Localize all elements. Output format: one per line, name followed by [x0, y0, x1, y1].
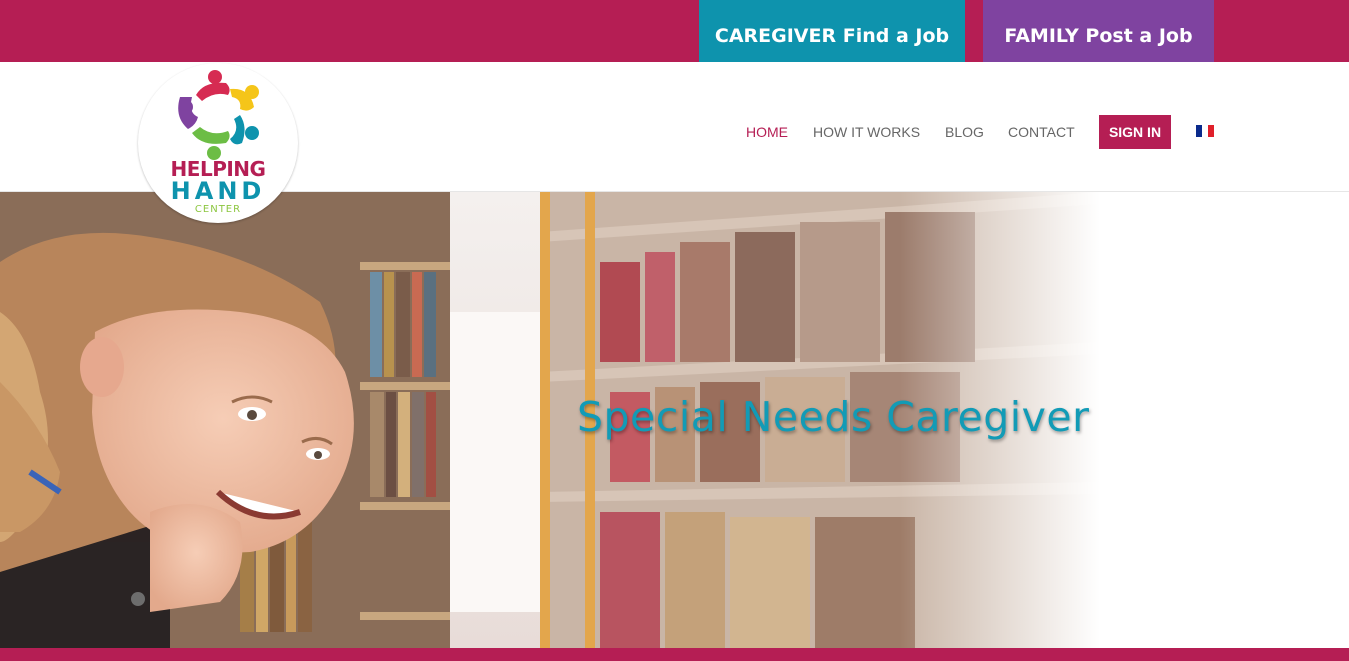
nav-how-it-works[interactable]: HOW IT WORKS: [813, 115, 920, 149]
nav-blog[interactable]: BLOG: [945, 115, 984, 149]
people-circle-icon: [178, 70, 259, 160]
logo-text-hand: HAND: [170, 177, 266, 205]
french-flag-icon[interactable]: [1196, 125, 1214, 137]
bottom-bar: [0, 648, 1349, 661]
nav-contact[interactable]: CONTACT: [1008, 115, 1075, 149]
site-logo[interactable]: HELPING HAND CENTER: [138, 63, 298, 223]
nav-home[interactable]: HOME: [746, 115, 788, 149]
logo-text-center: CENTER: [194, 204, 242, 215]
sign-in-button[interactable]: SIGN IN: [1099, 115, 1171, 149]
hero-title: Special Needs Caregiver: [577, 393, 1090, 441]
hero-banner: Special Needs Caregiver: [0, 192, 1349, 648]
